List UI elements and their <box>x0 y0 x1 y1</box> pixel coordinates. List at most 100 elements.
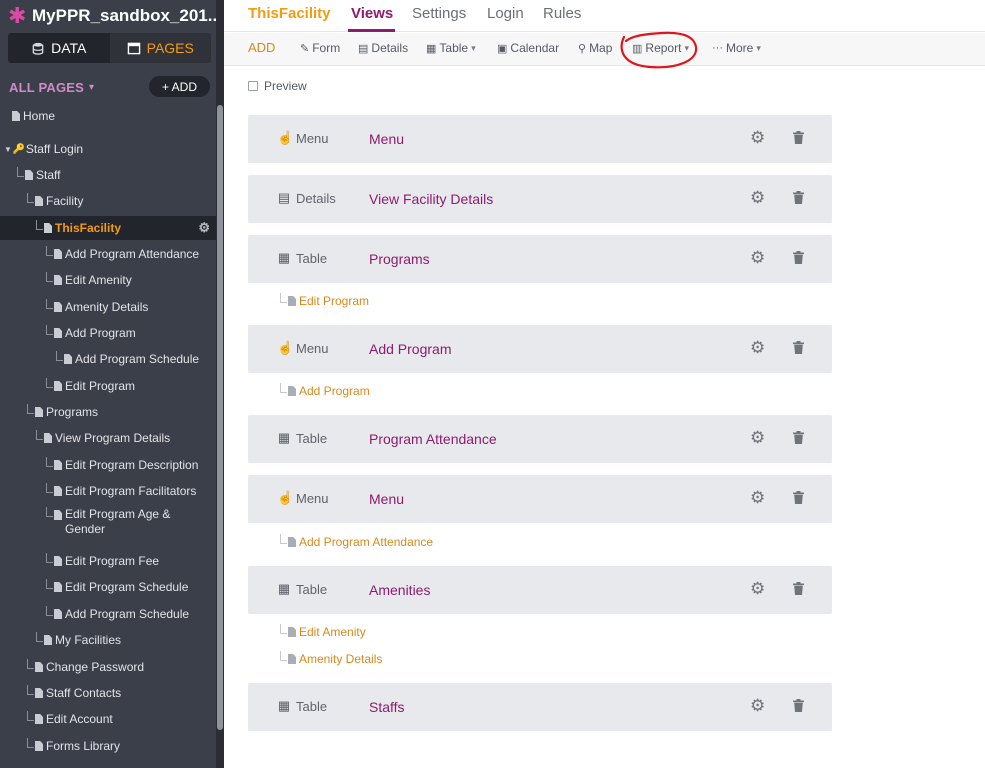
page-tree-item[interactable]: Edit Account <box>0 707 216 731</box>
view-card[interactable]: ☝ Menu Menu ⚙ <box>248 475 832 523</box>
page-tree-item[interactable]: Add Program Schedule <box>0 347 216 371</box>
view-settings-gear-icon[interactable]: ⚙ <box>750 428 765 448</box>
tab-rules[interactable]: Rules <box>543 5 581 22</box>
view-settings-gear-icon[interactable]: ⚙ <box>750 488 765 508</box>
page-tree-item[interactable]: Change Password <box>0 655 216 679</box>
page-icon <box>54 460 62 470</box>
child-page-link[interactable]: Edit Amenity <box>280 624 366 639</box>
page-tree-item[interactable]: Edit Program Schedule <box>0 575 216 599</box>
page-tree-item[interactable]: Forms Library <box>0 734 216 758</box>
child-page-link[interactable]: Add Program Attendance <box>280 534 433 549</box>
add-page-button[interactable]: + ADD <box>149 76 210 97</box>
add-view-label: ADD <box>248 40 276 55</box>
child-page-link[interactable]: Amenity Details <box>280 651 382 666</box>
page-settings-gear-icon[interactable]: ⚙ <box>198 220 210 236</box>
page-tree-item[interactable]: Edit Amenity <box>0 268 216 292</box>
view-title[interactable]: Add Program <box>369 341 451 357</box>
view-card[interactable]: ▦ Table Staffs ⚙ <box>248 683 832 731</box>
data-mode-button[interactable]: DATA <box>8 33 110 63</box>
scrollbar-thumb[interactable] <box>217 105 223 730</box>
delete-trash-icon[interactable] <box>793 251 804 264</box>
table-icon: ▦ <box>277 698 291 713</box>
hand-pointer-icon: ☝ <box>277 340 294 355</box>
page-icon <box>12 111 20 121</box>
delete-trash-icon[interactable] <box>793 491 804 504</box>
view-title[interactable]: Menu <box>369 131 404 147</box>
page-tree-item[interactable]: Staff Contacts <box>0 681 216 705</box>
app-title[interactable]: MyPPR_sandbox_201... <box>32 6 222 26</box>
page-icon <box>44 433 52 443</box>
chevron-down-icon[interactable]: ▾ <box>89 82 94 93</box>
view-title[interactable]: Program Attendance <box>369 431 497 447</box>
caret-down-icon[interactable]: ▼ <box>4 145 12 154</box>
add-map-view-button[interactable]: ⚲ Map <box>578 41 612 55</box>
preview-toggle[interactable]: Preview <box>248 79 307 93</box>
page-tree-label: Edit Program <box>65 379 136 393</box>
tool-label: Calendar <box>510 41 560 55</box>
delete-trash-icon[interactable] <box>793 582 804 595</box>
delete-trash-icon[interactable] <box>793 431 804 444</box>
current-page-name[interactable]: ThisFacility <box>248 5 331 22</box>
view-title[interactable]: View Facility Details <box>369 191 493 207</box>
page-tree-item[interactable]: Programs <box>0 400 216 424</box>
delete-trash-icon[interactable] <box>793 131 804 144</box>
page-tree-item[interactable]: Add Program Schedule <box>0 602 216 626</box>
more-views-button[interactable]: ··· More ▾ <box>712 41 761 55</box>
page-tree-item[interactable]: Add Program Attendance <box>0 242 216 266</box>
view-card[interactable]: ▦ Table Programs ⚙ <box>248 235 832 283</box>
page-icon <box>54 556 62 566</box>
preview-checkbox[interactable] <box>248 81 258 91</box>
delete-trash-icon[interactable] <box>793 191 804 204</box>
page-tree-item[interactable]: ▼ 🔑 Staff Login <box>0 137 216 161</box>
page-tree-item[interactable]: View Program Details <box>0 426 216 450</box>
tool-label: Form <box>312 41 341 55</box>
tab-views[interactable]: Views <box>351 5 393 22</box>
view-title[interactable]: Programs <box>369 251 430 267</box>
add-details-view-button[interactable]: ▤ Details <box>358 41 408 55</box>
add-calendar-view-button[interactable]: ▣ Calendar <box>497 41 559 55</box>
view-type-label: Details <box>296 190 336 206</box>
page-tree-item[interactable]: Add Program <box>0 321 216 345</box>
page-tree-item[interactable]: My Facilities <box>0 628 216 652</box>
child-page-link[interactable]: Edit Program <box>280 293 369 308</box>
view-card[interactable]: ▤ Details View Facility Details ⚙ <box>248 175 832 223</box>
view-type-label: Table <box>296 581 328 597</box>
app-header[interactable]: ✱ MyPPR_sandbox_201... ⚙ ▾ <box>0 0 224 32</box>
view-settings-gear-icon[interactable]: ⚙ <box>750 248 765 268</box>
tab-login[interactable]: Login <box>487 5 524 22</box>
page-tree-item[interactable]: Amenity Details <box>0 295 216 319</box>
view-card[interactable]: ▦ Table Amenities ⚙ <box>248 566 832 614</box>
sidebar-scrollbar[interactable] <box>216 0 224 768</box>
page-tree-item-active[interactable]: ThisFacility ⚙ <box>0 216 216 240</box>
add-form-view-button[interactable]: ✎ Form <box>300 41 340 55</box>
page-tree-item[interactable]: Staff <box>0 163 216 187</box>
view-card[interactable]: ☝ Menu Menu ⚙ <box>248 115 832 163</box>
page-tree-item[interactable]: Edit Program Description <box>0 453 216 477</box>
page-tree-item[interactable]: Edit Program <box>0 374 216 398</box>
delete-trash-icon[interactable] <box>793 341 804 354</box>
child-page-link[interactable]: Add Program <box>280 383 370 398</box>
view-settings-gear-icon[interactable]: ⚙ <box>750 338 765 358</box>
app-logo-icon: ✱ <box>8 3 27 28</box>
page-icon <box>44 635 52 645</box>
page-tree-item[interactable]: Home <box>0 104 216 128</box>
page-icon <box>35 714 43 724</box>
page-tree-item[interactable]: Edit Program Fee <box>0 549 216 573</box>
view-settings-gear-icon[interactable]: ⚙ <box>750 128 765 148</box>
page-tree-item[interactable]: Edit Program Age & Gender <box>0 507 216 543</box>
view-card[interactable]: ▦ Table Program Attendance ⚙ <box>248 415 832 463</box>
view-title[interactable]: Amenities <box>369 582 430 598</box>
add-table-view-button[interactable]: ▦ Table ▾ <box>426 41 476 55</box>
view-settings-gear-icon[interactable]: ⚙ <box>750 696 765 716</box>
view-title[interactable]: Menu <box>369 491 404 507</box>
view-settings-gear-icon[interactable]: ⚙ <box>750 579 765 599</box>
tab-settings[interactable]: Settings <box>412 5 466 22</box>
view-settings-gear-icon[interactable]: ⚙ <box>750 188 765 208</box>
all-pages-filter[interactable]: ALL PAGES <box>9 80 84 95</box>
view-title[interactable]: Staffs <box>369 699 405 715</box>
page-tree-item[interactable]: Edit Program Facilitators <box>0 479 216 503</box>
page-tree-item[interactable]: Facility <box>0 189 216 213</box>
pages-mode-button[interactable]: PAGES <box>109 33 211 63</box>
view-card[interactable]: ☝ Menu Add Program ⚙ <box>248 325 832 373</box>
delete-trash-icon[interactable] <box>793 699 804 712</box>
